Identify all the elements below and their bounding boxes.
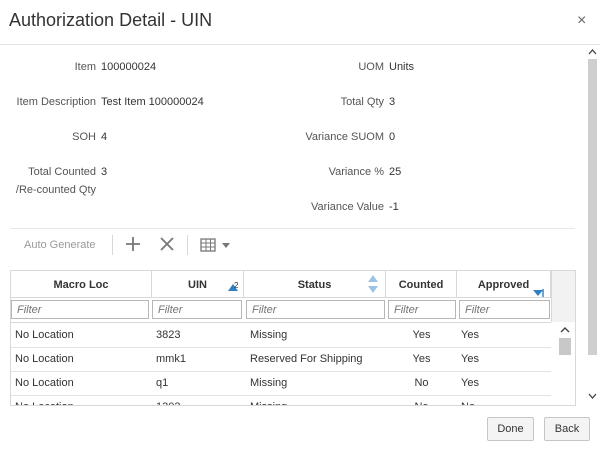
item-description-value: Test Item 100000024 bbox=[101, 96, 204, 108]
cell-macro-loc: No Location bbox=[11, 395, 152, 405]
cell-status: Missing bbox=[250, 329, 288, 341]
cell-uin: 3823 bbox=[156, 329, 181, 341]
table-row[interactable]: No Location 1303 Missing No No bbox=[11, 395, 551, 405]
cell-counted: No bbox=[414, 377, 429, 389]
table-row[interactable]: No Location q1 Missing No Yes bbox=[11, 371, 551, 396]
grid-header-spacer bbox=[551, 271, 575, 322]
total-counted-value: 3 bbox=[101, 166, 108, 178]
item-label: Item bbox=[74, 61, 96, 73]
column-header-counted[interactable]: Counted bbox=[386, 271, 457, 297]
done-button[interactable]: Done bbox=[487, 417, 534, 441]
cell-counted: No bbox=[386, 395, 457, 405]
column-header-macro-loc[interactable]: Macro Loc bbox=[11, 271, 152, 297]
back-button[interactable]: Back bbox=[544, 417, 590, 441]
variance-value-value: -1 bbox=[389, 201, 399, 213]
filter-input-approved[interactable] bbox=[459, 300, 550, 319]
variance-percent-label: Variance % bbox=[328, 166, 384, 178]
item-value: 100000024 bbox=[101, 61, 157, 73]
total-qty-value: 3 bbox=[389, 96, 396, 108]
total-counted-label: Total Counted bbox=[28, 166, 96, 178]
toolbar-divider bbox=[187, 235, 188, 255]
uom-value: Units bbox=[389, 61, 415, 73]
x-icon[interactable] bbox=[160, 237, 174, 251]
cell-approved: Yes bbox=[461, 353, 479, 365]
cell-status: Missing bbox=[250, 377, 288, 389]
cell-counted: Yes bbox=[412, 353, 431, 365]
dialog-header: Authorization Detail - UIN × bbox=[0, 0, 600, 45]
column-header-uin-label: UIN bbox=[188, 279, 207, 291]
sort-rank-badge: 2 bbox=[234, 281, 239, 290]
dialog-title: Authorization Detail - UIN bbox=[9, 10, 213, 30]
filter-input-macro-loc[interactable] bbox=[11, 300, 149, 319]
grid-header-row: Macro Loc UIN 2 Status Counted Approved bbox=[11, 271, 551, 298]
table-row[interactable]: No Location 3823 Missing Yes Yes bbox=[11, 323, 551, 348]
variance-percent-value: 25 bbox=[389, 166, 402, 178]
column-header-status-label: Status bbox=[297, 279, 332, 291]
cell-uin: mmk1 bbox=[156, 353, 186, 365]
cell-approved: Yes bbox=[461, 329, 479, 341]
table-icon[interactable] bbox=[200, 238, 234, 252]
uom-label: UOM bbox=[358, 61, 384, 73]
cell-uin: 1303 bbox=[152, 395, 244, 405]
dialog-scrollbar[interactable] bbox=[586, 45, 599, 403]
recounted-qty-label: /Re-counted Qty bbox=[15, 184, 96, 196]
filter-input-status[interactable] bbox=[246, 300, 385, 319]
cell-approved: No bbox=[457, 395, 551, 405]
auto-generate-button[interactable]: Auto Generate bbox=[24, 239, 96, 251]
item-description-label: Item Description bbox=[16, 96, 96, 108]
authorization-detail-dialog: Authorization Detail - UIN × Item 100000… bbox=[0, 0, 600, 454]
grid-filter-row bbox=[11, 298, 551, 323]
column-header-status[interactable]: Status bbox=[244, 271, 386, 297]
plus-icon[interactable] bbox=[125, 236, 141, 252]
soh-value: 4 bbox=[101, 131, 108, 143]
filter-input-uin[interactable] bbox=[152, 300, 242, 319]
close-icon[interactable]: × bbox=[577, 13, 586, 29]
table-row[interactable]: No Location mmk1 Reserved For Shipping Y… bbox=[11, 347, 551, 372]
variance-suom-label: Variance SUOM bbox=[305, 131, 384, 143]
column-header-approved[interactable]: Approved bbox=[457, 271, 551, 297]
column-header-approved-label: Approved bbox=[477, 279, 530, 291]
cell-uin: q1 bbox=[156, 377, 169, 389]
soh-label: SOH bbox=[72, 131, 96, 143]
variance-suom-value: 0 bbox=[389, 131, 396, 143]
column-header-uin[interactable]: UIN 2 bbox=[152, 271, 244, 297]
grid-scrollbar[interactable] bbox=[556, 323, 574, 405]
cell-macro-loc: No Location bbox=[15, 377, 74, 389]
filter-input-counted[interactable] bbox=[388, 300, 456, 319]
uin-grid: Macro Loc UIN 2 Status Counted Approved bbox=[10, 270, 576, 406]
cell-status: Reserved For Shipping bbox=[250, 353, 363, 365]
total-qty-label: Total Qty bbox=[340, 96, 384, 108]
cell-approved: Yes bbox=[461, 377, 479, 389]
cell-counted: Yes bbox=[412, 329, 431, 341]
toolbar-divider bbox=[112, 235, 113, 255]
cell-macro-loc: No Location bbox=[15, 329, 74, 341]
cell-status: Missing bbox=[246, 395, 386, 405]
cell-macro-loc: No Location bbox=[15, 353, 74, 365]
variance-value-label: Variance Value bbox=[311, 201, 384, 213]
toolbar-separator bbox=[10, 228, 575, 229]
